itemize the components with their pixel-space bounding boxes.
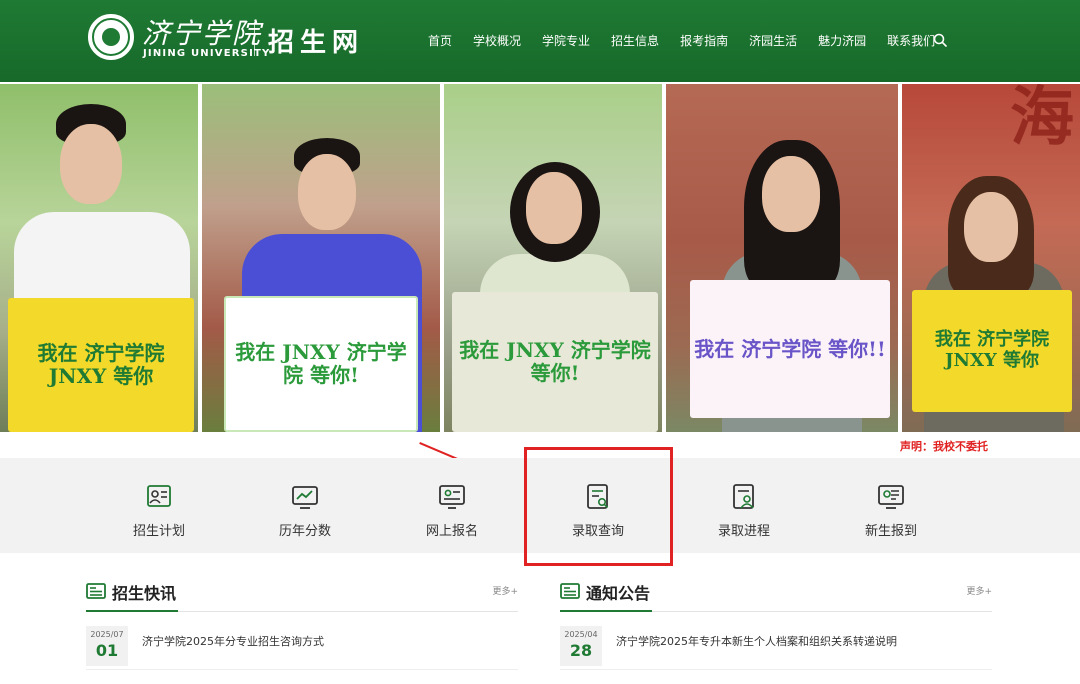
date-badge: 2025/04 28 bbox=[560, 626, 602, 666]
welcome-sign: 我在 济宁学院 JNXY 等你 bbox=[8, 298, 194, 432]
section-underline bbox=[560, 610, 652, 612]
quick-link-admission-progress[interactable]: 录取进程 bbox=[689, 482, 799, 539]
nav-colleges-majors[interactable]: 学院专业 bbox=[542, 32, 590, 49]
seal-ring bbox=[92, 18, 130, 56]
quick-link-freshman-checkin[interactable]: 新生报到 bbox=[836, 482, 946, 539]
nav-home[interactable]: 首页 bbox=[428, 32, 452, 49]
admission-news-section: 招生快讯 更多+ 2025/07 01 济宁学院2025年分专业招生咨询方式 bbox=[86, 578, 518, 670]
logo-divider bbox=[254, 22, 255, 56]
quick-link-label: 网上报名 bbox=[425, 524, 478, 539]
nav-application-guide[interactable]: 报考指南 bbox=[680, 32, 728, 49]
nav-campus-charm[interactable]: 魅力济园 bbox=[818, 32, 866, 49]
banner-photo-2: 我在 JNXY 济宁学院 等你! bbox=[202, 84, 444, 432]
notice-item[interactable]: 2025/04 28 济宁学院2025年专升本新生个人档案和组织关系转递说明 bbox=[560, 626, 992, 670]
student-head bbox=[762, 156, 820, 232]
banner-photo-1: 我在 济宁学院 JNXY 等你 bbox=[0, 84, 202, 432]
date-badge: 2025/07 01 bbox=[86, 626, 128, 666]
date-day: 01 bbox=[95, 641, 119, 660]
section-header: 招生快讯 更多+ bbox=[86, 578, 518, 612]
student-head bbox=[964, 192, 1018, 262]
sign-text: 我在 济宁学院 JNXY 等你 bbox=[37, 341, 165, 388]
quick-link-label: 录取进程 bbox=[717, 524, 770, 539]
more-link[interactable]: 更多+ bbox=[966, 584, 992, 597]
quick-link-label: 新生报到 bbox=[864, 524, 917, 539]
logo-chinese-name[interactable]: 济宁学院 bbox=[142, 12, 262, 52]
site-name: 招生网 bbox=[268, 28, 365, 58]
sign-text: 我在 济宁学院 JNXY 等你 bbox=[934, 329, 1050, 371]
date-year-month: 2025/07 bbox=[90, 630, 124, 639]
hero-banner[interactable]: 我在 济宁学院 JNXY 等你 我在 JNXY 济宁学院 等你! 我在 JNXY… bbox=[0, 84, 1080, 432]
date-day: 28 bbox=[569, 641, 593, 660]
sign-text: 我在 JNXY 济宁学院 等你! bbox=[235, 340, 407, 387]
section-underline bbox=[86, 610, 178, 612]
section-title: 招生快讯 bbox=[112, 584, 177, 603]
nav-admission-info[interactable]: 招生信息 bbox=[611, 32, 659, 49]
quick-link-label: 历年分数 bbox=[278, 524, 331, 539]
student-head bbox=[298, 154, 356, 230]
disclaimer-text[interactable]: 声明：我校不委托 bbox=[900, 438, 988, 454]
admission-progress-icon bbox=[733, 484, 754, 509]
student-head bbox=[60, 124, 122, 204]
news-item[interactable]: 2025/07 01 济宁学院2025年分专业招生咨询方式 bbox=[86, 626, 518, 670]
seal-core bbox=[102, 28, 120, 46]
welcome-sign: 我在 JNXY 济宁学院 等你! bbox=[224, 296, 418, 432]
news-title-link[interactable]: 济宁学院2025年分专业招生咨询方式 bbox=[142, 633, 324, 649]
online-signup-icon bbox=[439, 485, 465, 509]
sign-text: 我在 济宁学院 等你!! bbox=[694, 336, 886, 361]
date-year-month: 2025/04 bbox=[564, 630, 598, 639]
wall-inscription: 海 bbox=[1010, 84, 1074, 155]
quick-link-online-signup[interactable]: 网上报名 bbox=[397, 482, 507, 539]
score-chart-icon bbox=[292, 486, 318, 509]
logo-english-name: JINING UNIVERSITY bbox=[143, 48, 271, 59]
welcome-sign: 我在 济宁学院 等你!! bbox=[690, 280, 890, 418]
student-head bbox=[526, 172, 582, 244]
freshman-checkin-icon bbox=[878, 485, 904, 509]
section-title: 通知公告 bbox=[586, 584, 651, 603]
newspaper-icon bbox=[560, 583, 580, 599]
quick-link-historical-scores[interactable]: 历年分数 bbox=[250, 482, 360, 539]
newspaper-icon bbox=[86, 583, 106, 599]
notice-title-link[interactable]: 济宁学院2025年专升本新生个人档案和组织关系转递说明 bbox=[616, 633, 897, 649]
nav-school-overview[interactable]: 学校概况 bbox=[473, 32, 521, 49]
banner-photo-4: 我在 济宁学院 等你!! bbox=[666, 84, 902, 432]
admission-plan-icon bbox=[147, 485, 171, 507]
university-seal-logo[interactable] bbox=[88, 14, 134, 60]
main-nav: 首页 学校概况 学院专业 招生信息 报考指南 济园生活 魅力济园 联系我们 bbox=[428, 32, 956, 49]
more-link[interactable]: 更多+ bbox=[492, 584, 518, 597]
welcome-sign: 我在 JNXY 济宁学院 等你! bbox=[452, 292, 658, 432]
nav-campus-life[interactable]: 济园生活 bbox=[749, 32, 797, 49]
highlight-annotation-box bbox=[524, 447, 673, 566]
nav-contact[interactable]: 联系我们 bbox=[887, 32, 935, 49]
banner-photo-3: 我在 JNXY 济宁学院 等你! bbox=[444, 84, 666, 432]
banner-photo-5: 海 我在 济宁学院 JNXY 等你 bbox=[902, 84, 1080, 432]
quick-link-label: 招生计划 bbox=[132, 524, 185, 539]
notices-section: 通知公告 更多+ 2025/04 28 济宁学院2025年专升本新生个人档案和组… bbox=[560, 578, 992, 670]
quick-link-admission-plan[interactable]: 招生计划 bbox=[104, 482, 214, 539]
welcome-sign: 我在 济宁学院 JNXY 等你 bbox=[912, 290, 1072, 412]
search-icon[interactable] bbox=[933, 33, 947, 47]
site-header: 济宁学院 JINING UNIVERSITY 招生网 首页 学校概况 学院专业 … bbox=[0, 0, 1080, 82]
section-header: 通知公告 更多+ bbox=[560, 578, 992, 612]
sign-text: 我在 JNXY 济宁学院 等你! bbox=[459, 338, 651, 385]
